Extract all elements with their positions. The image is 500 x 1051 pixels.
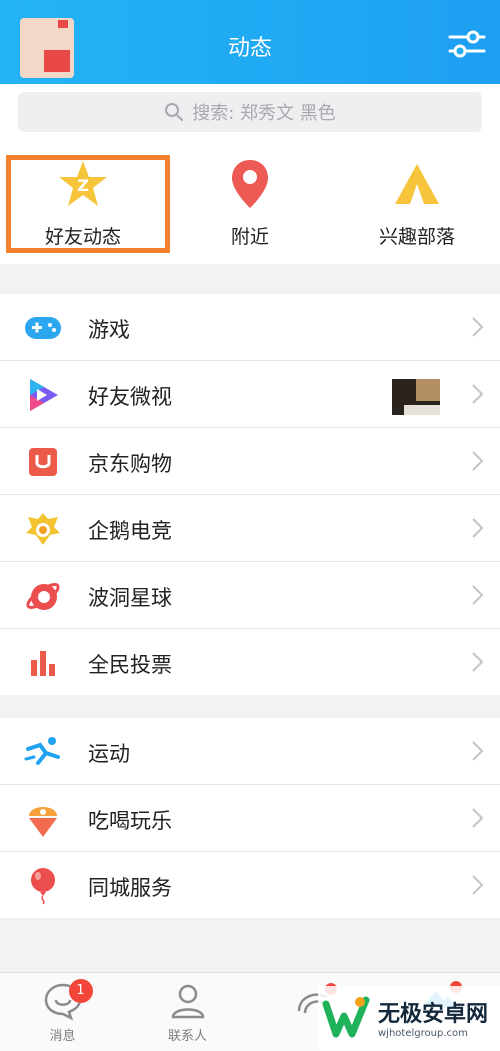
list-item-city-services[interactable]: 同城服务 (0, 852, 500, 918)
penguin-esports-icon (24, 510, 62, 548)
list-item-label: 同城服务 (88, 876, 172, 900)
list-item-vote[interactable]: 全民投票 (0, 629, 500, 695)
highlight-box (6, 155, 170, 253)
list-item-label: 全民投票 (88, 653, 172, 677)
watermark-name: 无极安卓网 (378, 1002, 489, 1027)
chevron-right-icon (472, 652, 484, 672)
menu-group-2: 运动 吃喝玩乐 同城服务 (0, 718, 500, 918)
tab-label: 消息 (49, 1029, 76, 1044)
list-item-jd-shopping[interactable]: 京东购物 (0, 428, 500, 495)
quick-item-nearby[interactable]: 附近 (167, 142, 333, 264)
list-item-label: 吃喝玩乐 (88, 809, 172, 833)
tab-contacts[interactable]: 联系人 (125, 973, 250, 1051)
watermark: 无极安卓网 wjhotelgroup.com (318, 986, 500, 1050)
list-item-food-fun[interactable]: 吃喝玩乐 (0, 785, 500, 852)
search-placeholder: 搜索: 郑秀文 黑色 (192, 103, 336, 124)
list-item-label: 京东购物 (88, 452, 172, 476)
chat-icon: 1 (43, 979, 93, 1021)
planet-icon (24, 577, 62, 615)
chevron-right-icon (472, 518, 484, 538)
search-section: 搜索: 郑秀文 黑色 (0, 84, 500, 142)
quick-item-label: 附近 (230, 226, 269, 248)
chevron-right-icon (472, 317, 484, 337)
search-icon (165, 103, 184, 121)
list-item-weishi[interactable]: 好友微视 (0, 361, 500, 428)
chevron-right-icon (472, 451, 484, 471)
balloon-icon (24, 867, 62, 905)
bar-chart-icon (24, 644, 62, 682)
watermark-logo-icon (322, 996, 370, 1038)
quick-item-label: 兴趣部落 (378, 226, 455, 248)
list-item-label: 游戏 (88, 318, 130, 342)
list-item-label: 好友微视 (88, 385, 172, 409)
running-icon (24, 733, 62, 771)
list-item-sports[interactable]: 运动 (0, 718, 500, 785)
list-item-bodong-planet[interactable]: 波洞星球 (0, 562, 500, 629)
watermark-url: wjhotelgroup.com (378, 1028, 468, 1039)
ice-cream-icon (24, 800, 62, 838)
list-item-label: 企鹅电竞 (88, 519, 172, 543)
chevron-right-icon (472, 384, 484, 404)
unread-badge: 1 (68, 979, 93, 1003)
tab-messages[interactable]: 1 消息 (0, 973, 125, 1051)
list-item-penguin-esports[interactable]: 企鹅电竞 (0, 495, 500, 562)
menu-group-1: 游戏 好友微视 京东购物 企鹅电竞 波洞星球 全民投票 (0, 294, 500, 695)
page-title: 动态 (227, 36, 272, 61)
location-pin-icon (224, 158, 276, 210)
video-thumbnail (392, 379, 440, 415)
chevron-right-icon (472, 585, 484, 605)
list-item-label: 波洞星球 (88, 586, 172, 610)
chevron-right-icon (472, 741, 484, 761)
jd-bag-icon (24, 443, 62, 481)
gamepad-icon (24, 309, 62, 347)
list-item-games[interactable]: 游戏 (0, 294, 500, 361)
contacts-icon (168, 981, 208, 1021)
tent-icon (391, 158, 443, 210)
tab-label: 联系人 (167, 1029, 207, 1044)
quick-item-interest-tribe[interactable]: 兴趣部落 (334, 142, 500, 264)
chevron-right-icon (472, 875, 484, 895)
sliders-icon[interactable] (448, 28, 486, 60)
list-item-label: 运动 (88, 742, 130, 766)
search-input[interactable]: 搜索: 郑秀文 黑色 (18, 92, 482, 132)
weishi-play-icon (24, 376, 62, 414)
chevron-right-icon (472, 808, 484, 828)
header-bar: 动态 (0, 0, 500, 84)
